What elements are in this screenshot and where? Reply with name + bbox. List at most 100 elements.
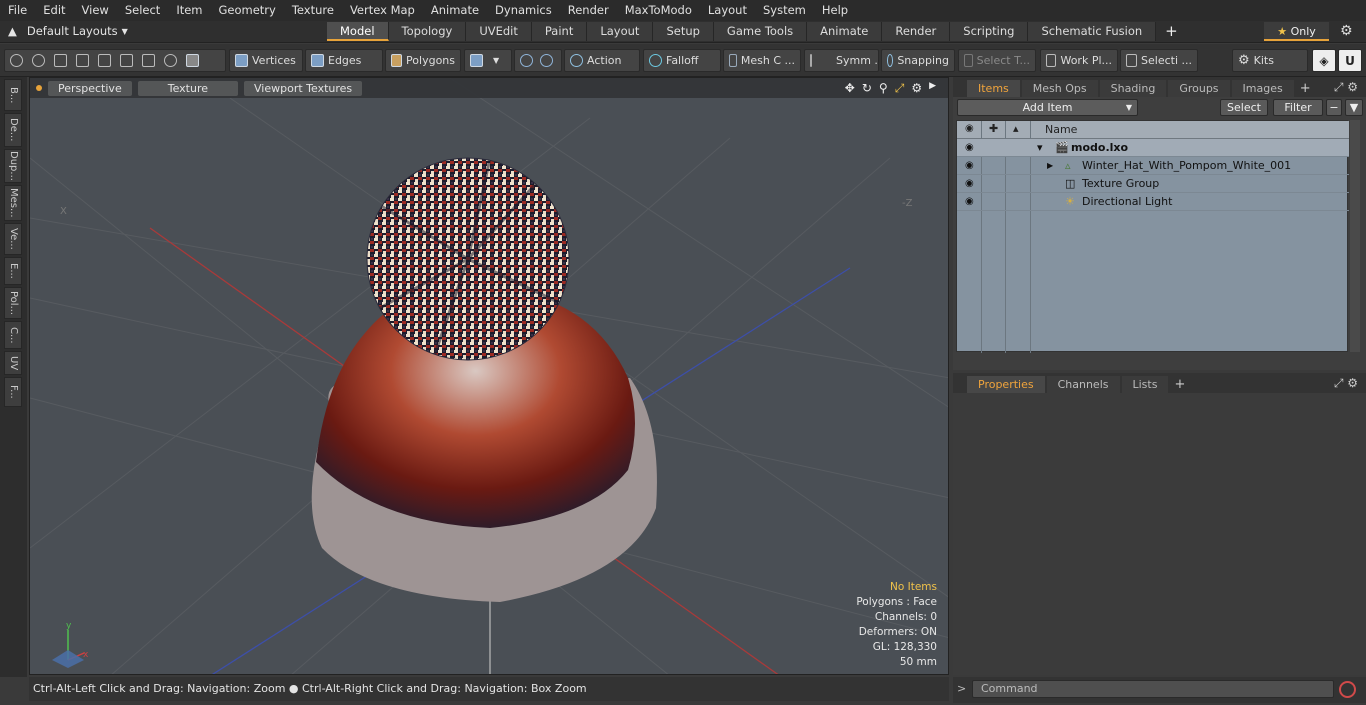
circle-select-icon[interactable] <box>10 54 23 67</box>
globe-icon[interactable] <box>32 54 45 67</box>
align-icon[interactable] <box>98 54 111 67</box>
pie-icon[interactable] <box>164 54 177 67</box>
select-button[interactable]: Select <box>1220 99 1268 116</box>
menu-system[interactable]: System <box>755 0 814 21</box>
tree-scrollbar[interactable] <box>1350 120 1360 352</box>
tree-row-mesh[interactable]: ◉ ▶ ▵ Winter_Hat_With_Pompom_White_001 <box>957 157 1349 175</box>
left-tab-edge[interactable]: E... <box>4 257 22 285</box>
tab-items[interactable]: Items <box>967 80 1020 97</box>
tab-lists[interactable]: Lists <box>1121 376 1169 393</box>
shield-check-icon[interactable] <box>540 54 553 67</box>
menu-maxtomodo[interactable]: MaxToModo <box>617 0 700 21</box>
symmetry-button[interactable]: Symm ... <box>804 49 879 72</box>
menu-geometry[interactable]: Geometry <box>211 0 284 21</box>
shield-icon[interactable] <box>520 54 533 67</box>
polygons-button[interactable]: Polygons <box>385 49 461 72</box>
left-tab-uv[interactable]: UV <box>4 351 22 375</box>
tab-game-tools[interactable]: Game Tools <box>713 22 808 41</box>
tab-images[interactable]: Images <box>1231 80 1294 97</box>
collapse-icon[interactable]: − <box>1326 99 1342 116</box>
command-input[interactable]: Command <box>972 680 1334 698</box>
viewport-menu-dot[interactable] <box>36 85 42 91</box>
kits-button[interactable]: ⚙ Kits <box>1232 49 1308 72</box>
add-panel-tab-button[interactable]: + <box>1300 80 1311 97</box>
transform-icon[interactable] <box>120 54 133 67</box>
only-button[interactable]: ★ Only <box>1264 22 1329 41</box>
menu-file[interactable]: File <box>0 0 35 21</box>
item-tree[interactable]: ◉ ✚ ▴ Name ◉ ▾ 🎬 modo.lxo ◉ ▶ ▵ Winter_H… <box>956 120 1349 353</box>
tab-setup[interactable]: Setup <box>653 22 714 41</box>
play-arrow-icon[interactable]: ▶ <box>929 81 936 96</box>
add-tab-button[interactable]: + <box>1156 22 1187 41</box>
texture-button[interactable]: Texture <box>137 80 238 96</box>
add-panel-tab-button[interactable]: + <box>1174 376 1185 393</box>
tab-groups[interactable]: Groups <box>1168 80 1230 97</box>
item-mode-dropdown[interactable]: ▼ <box>464 49 512 72</box>
zoom-icon[interactable]: ⚲ <box>879 81 888 96</box>
action-button[interactable]: Action <box>564 49 640 72</box>
menu-edit[interactable]: Edit <box>35 0 73 21</box>
solid-cube-icon[interactable] <box>186 54 199 67</box>
menu-view[interactable]: View <box>74 0 117 21</box>
rotate-icon[interactable]: ↻ <box>862 81 872 96</box>
move-icon[interactable]: ✥ <box>845 81 855 96</box>
tree-row-scene[interactable]: ◉ ▾ 🎬 modo.lxo <box>957 139 1349 157</box>
tab-schematic-fusion[interactable]: Schematic Fusion <box>1028 22 1157 41</box>
edges-button[interactable]: Edges <box>305 49 383 72</box>
tab-render[interactable]: Render <box>882 22 951 41</box>
left-tab-basic[interactable]: B... <box>4 79 22 111</box>
unity-icon[interactable]: ◈ <box>1312 49 1336 72</box>
tab-animate[interactable]: Animate <box>807 22 883 41</box>
vertices-button[interactable]: Vertices <box>229 49 303 72</box>
select-through-button[interactable]: Select T... <box>958 49 1036 72</box>
eye-icon[interactable]: ◉ <box>965 175 974 193</box>
left-tab-curve[interactable]: C... <box>4 321 22 349</box>
tab-mesh-ops[interactable]: Mesh Ops <box>1021 80 1098 97</box>
left-tab-duplicate[interactable]: Dup... <box>4 149 22 183</box>
panel-options-icons[interactable]: ⤢ ⚙ <box>1334 80 1358 95</box>
expand-arrow-icon[interactable]: ▶ <box>1047 157 1053 175</box>
mesh-constraint-button[interactable]: Mesh C ... <box>723 49 801 72</box>
left-tab-polygon[interactable]: Pol... <box>4 287 22 319</box>
left-tab-fusion[interactable]: F... <box>4 377 22 407</box>
tab-paint[interactable]: Paint <box>531 22 588 41</box>
tab-shading[interactable]: Shading <box>1099 80 1167 97</box>
panel-options-icons[interactable]: ⤢ ⚙ <box>1334 376 1358 391</box>
expand-arrow-icon[interactable]: ▾ <box>1037 139 1043 157</box>
pen-icon[interactable] <box>54 54 67 67</box>
eye-icon[interactable]: ◉ <box>965 157 974 175</box>
maximize-icon[interactable]: ⤢ <box>895 81 905 96</box>
left-tab-vertex[interactable]: Ve... <box>4 223 22 255</box>
selection-sets-button[interactable]: Selecti ... <box>1120 49 1198 72</box>
tree-row-light[interactable]: ◉ ☀ Directional Light <box>957 193 1349 211</box>
snapping-button[interactable]: Snapping <box>881 49 955 72</box>
gear-icon[interactable]: ⚙ <box>1340 23 1353 39</box>
tab-scripting[interactable]: Scripting <box>950 22 1029 41</box>
unreal-icon[interactable]: U <box>1338 49 1362 72</box>
work-plane-button[interactable]: Work Pl... <box>1040 49 1118 72</box>
menu-layout[interactable]: Layout <box>700 0 755 21</box>
perspective-button[interactable]: Perspective <box>48 80 132 96</box>
menu-select[interactable]: Select <box>117 0 168 21</box>
menu-animate[interactable]: Animate <box>423 0 487 21</box>
filter-button[interactable]: Filter <box>1273 99 1323 116</box>
menu-vertex-map[interactable]: Vertex Map <box>342 0 423 21</box>
tab-layout[interactable]: Layout <box>587 22 654 41</box>
menu-help[interactable]: Help <box>814 0 856 21</box>
record-icon[interactable] <box>1339 681 1356 698</box>
eye-icon[interactable]: ◉ <box>965 139 974 157</box>
viewport-textures-button[interactable]: Viewport Textures <box>244 80 363 96</box>
3d-viewport[interactable]: y x X -Z Perspective Texture Viewport Te… <box>29 77 949 675</box>
tab-channels[interactable]: Channels <box>1046 376 1120 393</box>
menu-dynamics[interactable]: Dynamics <box>487 0 560 21</box>
default-layouts-dropdown[interactable]: ▲ Default Layouts ▼ <box>8 24 128 38</box>
menu-item[interactable]: Item <box>168 0 210 21</box>
viewport-gear-icon[interactable]: ⚙ <box>911 81 922 96</box>
tab-topology[interactable]: Topology <box>388 22 467 41</box>
menu-texture[interactable]: Texture <box>284 0 342 21</box>
tab-model[interactable]: Model <box>327 22 389 41</box>
left-tab-deform[interactable]: De... <box>4 113 22 147</box>
frame-icon[interactable] <box>142 54 155 67</box>
tab-uvedit[interactable]: UVEdit <box>466 22 532 41</box>
left-tab-mesh-edit[interactable]: Mes... <box>4 185 22 221</box>
